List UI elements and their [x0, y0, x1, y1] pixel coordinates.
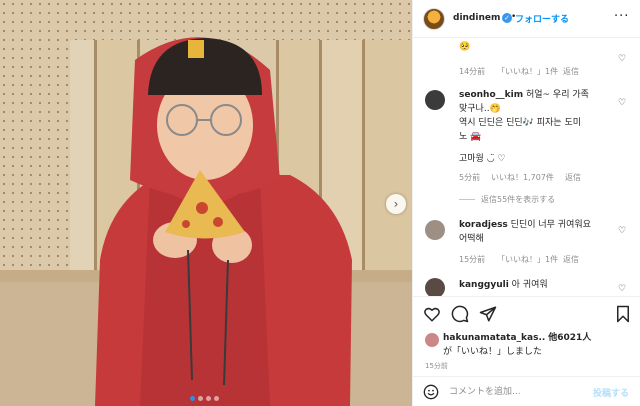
comment-text: 노 🚘	[459, 132, 482, 142]
post-comment-button[interactable]: 投稿する	[593, 386, 629, 399]
view-replies-button[interactable]: 返信55件を表示する	[459, 194, 555, 205]
comment-text: 허얼~ 우리 가족	[525, 90, 589, 100]
bookmark-icon[interactable]	[615, 305, 631, 323]
comment-username[interactable]: koradjess	[459, 220, 508, 230]
post-photo[interactable]: ›	[0, 0, 412, 406]
comment-text: 🥺	[459, 42, 471, 52]
comment-like-icon[interactable]: ♡	[618, 226, 626, 236]
comment-input[interactable]	[449, 384, 579, 400]
next-photo-button[interactable]: ›	[386, 194, 406, 214]
likes-suffix: が「いいね！」しました	[443, 347, 543, 357]
comment-text: 아 귀여워	[511, 280, 548, 290]
reply-button[interactable]: 返信	[563, 254, 579, 265]
avatar[interactable]	[425, 220, 445, 240]
carousel-dot	[206, 396, 211, 401]
carousel-dot	[214, 396, 219, 401]
comment-time: 15分前	[459, 255, 486, 264]
username-link[interactable]: dindinem	[453, 13, 500, 23]
avatar[interactable]	[423, 8, 445, 30]
likes-others[interactable]: 他6021人	[548, 333, 591, 343]
comment-body: kanggyuli 아 귀여워	[459, 278, 609, 292]
avatar[interactable]	[425, 90, 445, 110]
comment-icon[interactable]	[451, 305, 469, 323]
emoji-icon[interactable]	[423, 384, 439, 400]
post-actions: hakunamatata_kas.. 他6021人 が「いいね！」しました 15…	[413, 296, 640, 376]
more-icon[interactable]: ···	[614, 9, 629, 24]
comment-like-icon[interactable]: ♡	[618, 98, 626, 108]
carousel-dot	[198, 396, 203, 401]
reply-button[interactable]: 返信	[565, 172, 581, 183]
comment-list[interactable]: 🥺 14分前 「いいね！」1件 返信 ♡ seonho__kim 허얼~ 우리 …	[413, 38, 640, 296]
comment-time: 14分前	[459, 67, 486, 76]
comment-likes[interactable]: 「いいね！」1件	[497, 66, 558, 77]
comment-like-icon[interactable]: ♡	[618, 284, 626, 294]
reply-button[interactable]: 返信	[563, 66, 579, 77]
comment-text: 맞구나..🤭	[459, 104, 501, 114]
post-timestamp[interactable]: 15分前	[425, 361, 448, 371]
comment-text: 딘딘이 너무 귀여워요	[510, 220, 591, 230]
likes-user[interactable]: hakunamatata_kas..	[443, 333, 545, 343]
avatar[interactable]	[425, 278, 445, 296]
comment-likes[interactable]: いいね！1,707件	[491, 172, 554, 183]
comment-text: 고마웡 ◡̈ ♡	[459, 154, 506, 164]
comment-body: seonho__kim 허얼~ 우리 가족 맞구나..🤭 역시 딘딘은 딘딘🎶 …	[459, 88, 609, 166]
comment-like-icon[interactable]: ♡	[618, 54, 626, 64]
carousel-dot	[190, 396, 195, 401]
avatar[interactable]	[425, 333, 439, 347]
carousel-indicator	[190, 396, 219, 401]
share-icon[interactable]	[479, 305, 497, 323]
likes-summary[interactable]: hakunamatata_kas.. 他6021人 が「いいね！」しました	[443, 331, 591, 359]
add-comment-bar: 投稿する	[413, 376, 640, 406]
follow-button[interactable]: フォローする	[515, 12, 569, 25]
comment-likes[interactable]: 「いいね！」1件	[497, 254, 558, 265]
comment-body: koradjess 딘딘이 너무 귀여워요 어떡해	[459, 218, 609, 246]
comment-time: 5分前	[459, 173, 481, 182]
photo-illustration	[0, 0, 412, 406]
comment-username[interactable]: seonho__kim	[459, 90, 523, 100]
heart-icon[interactable]	[423, 305, 441, 323]
comment-username[interactable]: kanggyuli	[459, 280, 509, 290]
comment-text: 어떡해	[459, 234, 484, 244]
comment-text: 역시 딘딘은 딘딘🎶 피자는 도미	[459, 118, 582, 128]
post-side-panel: dindinem ✓ • フォローする ··· 🥺 14分前 「いいね！」1件 …	[412, 0, 640, 406]
post-header: dindinem ✓ • フォローする ···	[413, 0, 640, 38]
